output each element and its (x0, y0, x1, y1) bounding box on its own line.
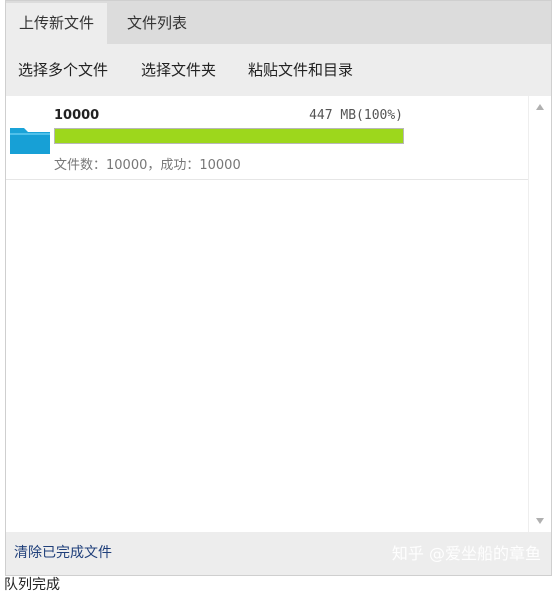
item-name: 10000 (54, 108, 100, 123)
item-stats: 文件数：10000，成功：10000 (54, 158, 241, 173)
scrollbar[interactable] (528, 96, 551, 532)
list-item[interactable]: 10000 447 MB(100%) 文件数：10000，成功：10000 (6, 96, 528, 180)
tab-upload-new[interactable]: 上传新文件 (6, 3, 107, 44)
toolbar: 选择多个文件 选择文件夹 粘贴文件和目录 (6, 44, 551, 96)
progress-fill (55, 129, 403, 143)
scroll-down-icon[interactable] (536, 518, 544, 524)
footer: 清除已完成文件 知乎 @爱坐船的章鱼 (6, 532, 551, 575)
progress-bar (54, 128, 404, 144)
select-folder-button[interactable]: 选择文件夹 (141, 44, 216, 96)
clear-completed-link[interactable]: 清除已完成文件 (14, 532, 112, 575)
upload-panel: 上传新文件 文件列表 选择多个文件 选择文件夹 粘贴文件和目录 10000 44… (5, 0, 552, 576)
folder-icon (10, 128, 50, 154)
upload-queue-list: 10000 447 MB(100%) 文件数：10000，成功：10000 (6, 96, 528, 532)
item-size: 447 MB(100%) (309, 108, 403, 123)
watermark: 知乎 @爱坐船的章鱼 (391, 544, 541, 563)
tab-file-list[interactable]: 文件列表 (107, 3, 207, 44)
tab-bar: 上传新文件 文件列表 (6, 1, 551, 44)
select-files-button[interactable]: 选择多个文件 (18, 44, 108, 96)
paste-files-button[interactable]: 粘贴文件和目录 (248, 44, 353, 96)
scroll-up-icon[interactable] (536, 104, 544, 110)
queue-status: 队列完成 (4, 577, 60, 593)
